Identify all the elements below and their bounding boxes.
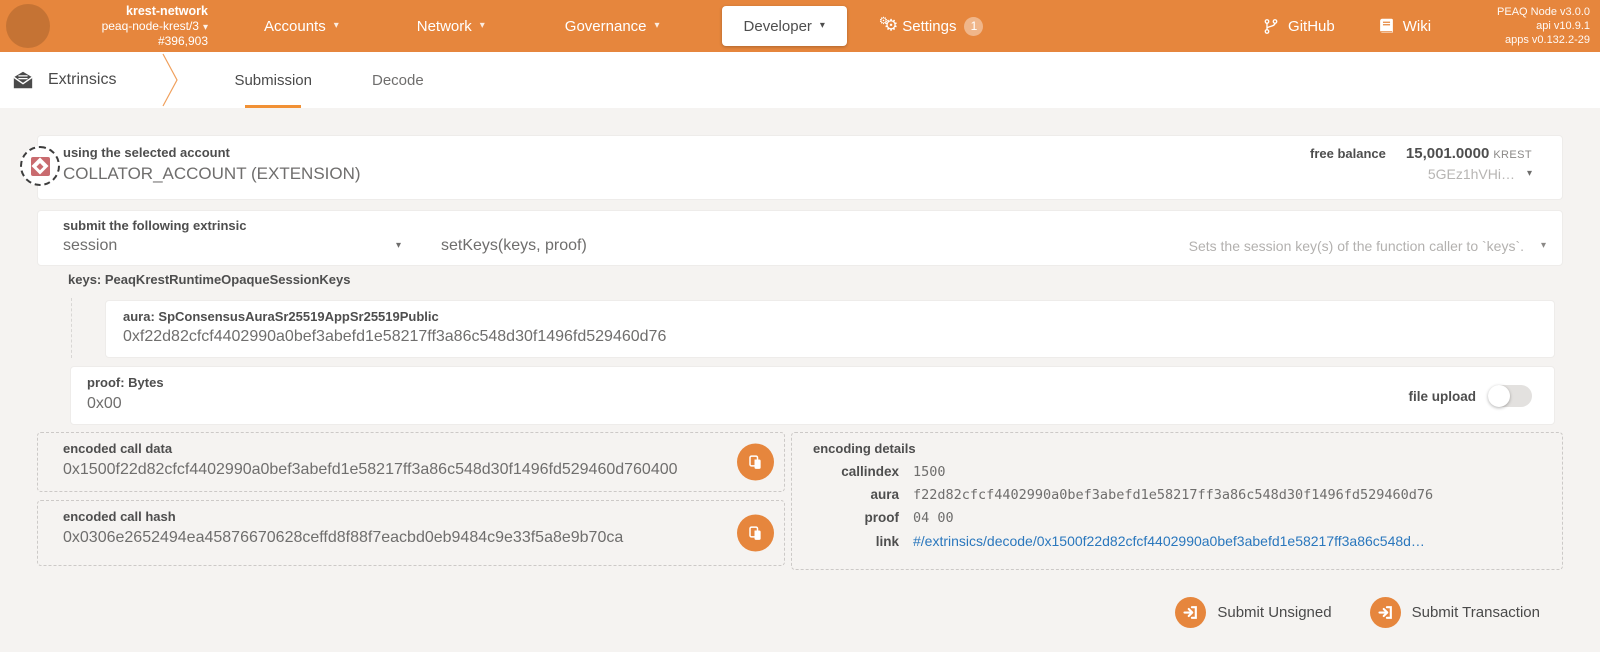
menu-developer[interactable]: Developer ▾	[722, 6, 847, 46]
network-selector[interactable]: krest-network peaq-node-krest/3▾ #396,90…	[58, 3, 208, 50]
toggle-knob	[1488, 385, 1510, 407]
menu-accounts[interactable]: Accounts ▾	[250, 6, 353, 46]
github-link[interactable]: GitHub	[1263, 18, 1335, 35]
apps-version: apps v0.132.2-29	[1497, 33, 1590, 47]
node-version: PEAQ Node v3.0.0	[1497, 5, 1590, 19]
detail-value-callindex: 1500	[913, 464, 1546, 480]
pallet-select[interactable]: session	[63, 237, 117, 255]
keys-param-label: keys: PeaqKrestRuntimeOpaqueSessionKeys	[68, 272, 351, 287]
tab-submission[interactable]: Submission	[228, 52, 318, 108]
app-header: krest-network peaq-node-krest/3▾ #396,90…	[0, 0, 1600, 52]
menu-governance[interactable]: Governance ▾	[551, 6, 674, 46]
wiki-link[interactable]: Wiki	[1379, 18, 1431, 35]
detail-value-aura: f22d82cfcf4402990a0bef3abefd1e58217ff3a8…	[913, 487, 1546, 503]
network-logo[interactable]	[6, 4, 50, 48]
proof-param-label: proof: Bytes	[87, 375, 164, 390]
account-name: COLLATOR_ACCOUNT (EXTENSION)	[63, 164, 361, 184]
menu-settings[interactable]: ⚙⚙ Settings 1	[865, 6, 998, 46]
proof-param-card: proof: Bytes 0x00 file upload	[70, 366, 1555, 425]
chevron-down-icon: ▾	[203, 23, 208, 33]
file-upload-toggle[interactable]	[1488, 385, 1532, 407]
copy-icon	[747, 453, 765, 471]
chevron-down-icon: ▾	[480, 21, 485, 31]
menu-network[interactable]: Network ▾	[403, 6, 499, 46]
encoded-call-data-value: 0x1500f22d82cfcf4402990a0bef3abefd1e5821…	[63, 461, 678, 479]
method-description: Sets the session key(s) of the function …	[1189, 238, 1524, 254]
chevron-down-icon: ▾	[655, 21, 660, 31]
copy-call-hash-button[interactable]	[737, 515, 774, 552]
chevron-down-icon: ▾	[820, 21, 825, 31]
account-address-short: 5GEz1hVHi…	[1428, 166, 1515, 182]
file-upload-label: file upload	[1409, 389, 1477, 404]
method-select[interactable]: setKeys(keys, proof)	[441, 237, 587, 255]
aura-param-input[interactable]: 0xf22d82cfcf4402990a0bef3abefd1e58217ff3…	[123, 328, 666, 346]
free-balance-value: 15,001.0000KREST	[1406, 145, 1532, 162]
extrinsic-select-card: submit the following extrinsic session ▾…	[37, 210, 1563, 266]
breadcrumb-chevron	[162, 53, 180, 107]
block-number: #396,903	[58, 34, 208, 49]
book-icon	[1379, 18, 1394, 35]
extrinsic-select-label: submit the following extrinsic	[63, 218, 246, 233]
detail-key-callindex: callindex	[813, 464, 899, 479]
section-title: Extrinsics	[12, 52, 116, 108]
chevron-down-icon[interactable]: ▾	[1541, 241, 1546, 251]
free-balance-label: free balance	[1310, 146, 1386, 161]
tab-bar: Extrinsics Submission Decode	[0, 52, 1600, 108]
api-version: api v10.9.1	[1497, 19, 1590, 33]
decode-link[interactable]: #/extrinsics/decode/0x1500f22d82cfcf4402…	[913, 533, 1546, 549]
settings-badge: 1	[964, 17, 983, 36]
encoded-call-hash-box: encoded call hash 0x0306e2652494ea458766…	[37, 500, 785, 566]
detail-key-proof: proof	[813, 510, 899, 525]
account-identicon[interactable]	[20, 146, 60, 186]
param-indent-guide	[71, 298, 72, 358]
section-label: Extrinsics	[48, 71, 116, 89]
account-select-label: using the selected account	[63, 145, 230, 160]
encoded-call-hash-value: 0x0306e2652494ea45876670628ceffd8f88f7ea…	[63, 529, 623, 547]
account-select-card[interactable]: using the selected account COLLATOR_ACCO…	[37, 135, 1563, 200]
chevron-down-icon[interactable]: ▾	[1527, 169, 1532, 179]
sign-in-icon	[1370, 597, 1401, 628]
extrinsics-icon	[12, 69, 34, 91]
encoded-call-data-box: encoded call data 0x1500f22d82cfcf440299…	[37, 432, 785, 492]
action-buttons: Submit Unsigned Submit Transaction	[1175, 597, 1540, 628]
encoded-call-hash-label: encoded call hash	[63, 509, 176, 524]
gears-icon: ⚙⚙	[879, 17, 894, 34]
balance-unit: KREST	[1493, 149, 1532, 161]
submit-unsigned-button[interactable]: Submit Unsigned	[1175, 597, 1331, 628]
proof-param-input[interactable]: 0x00	[87, 395, 122, 413]
copy-icon	[747, 524, 765, 542]
submit-transaction-button[interactable]: Submit Transaction	[1370, 597, 1540, 628]
code-branch-icon	[1263, 18, 1279, 35]
sign-in-icon	[1175, 597, 1206, 628]
copy-call-data-button[interactable]	[737, 444, 774, 481]
encoding-details-title: encoding details	[813, 441, 916, 456]
tab-decode[interactable]: Decode	[366, 52, 430, 108]
detail-key-link: link	[813, 534, 899, 549]
chevron-down-icon: ▾	[334, 21, 339, 31]
detail-key-aura: aura	[813, 487, 899, 502]
active-tab-underline	[245, 105, 301, 108]
chevron-down-icon[interactable]: ▾	[396, 241, 401, 251]
encoding-details-box: encoding details callindex 1500 aura f22…	[791, 432, 1563, 570]
encoded-call-data-label: encoded call data	[63, 441, 172, 456]
detail-value-proof: 04 00	[913, 510, 1546, 526]
aura-param-card: aura: SpConsensusAuraSr25519AppSr25519Pu…	[105, 300, 1555, 358]
aura-param-label: aura: SpConsensusAuraSr25519AppSr25519Pu…	[123, 309, 439, 324]
node-name: peaq-node-krest/3▾	[58, 19, 208, 34]
network-name: krest-network	[58, 3, 208, 19]
version-info: PEAQ Node v3.0.0 api v10.9.1 apps v0.132…	[1497, 5, 1590, 48]
